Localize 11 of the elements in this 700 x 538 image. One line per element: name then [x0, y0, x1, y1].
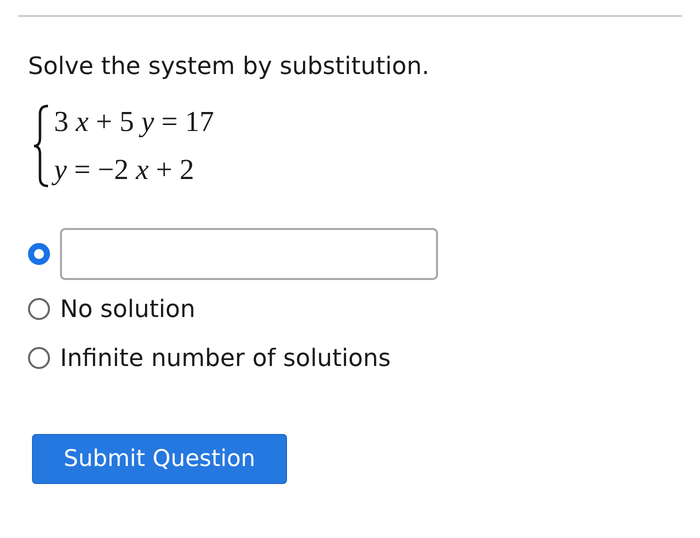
option-label[interactable]: Infinite number of solutions — [60, 344, 391, 372]
equation: y = −2 x + 2 — [54, 153, 214, 187]
radio-button[interactable] — [28, 243, 50, 265]
question-prompt: Solve the system by substitution. — [28, 51, 430, 82]
equation: 3 x + 5 y = 17 — [54, 105, 214, 139]
option-label[interactable]: No solution — [60, 294, 196, 322]
answer-field[interactable] — [60, 228, 438, 280]
radio-button[interactable] — [28, 346, 50, 368]
brace-icon — [32, 104, 50, 188]
radio-button[interactable] — [28, 298, 50, 320]
submit-button[interactable]: Submit Question — [32, 434, 287, 484]
